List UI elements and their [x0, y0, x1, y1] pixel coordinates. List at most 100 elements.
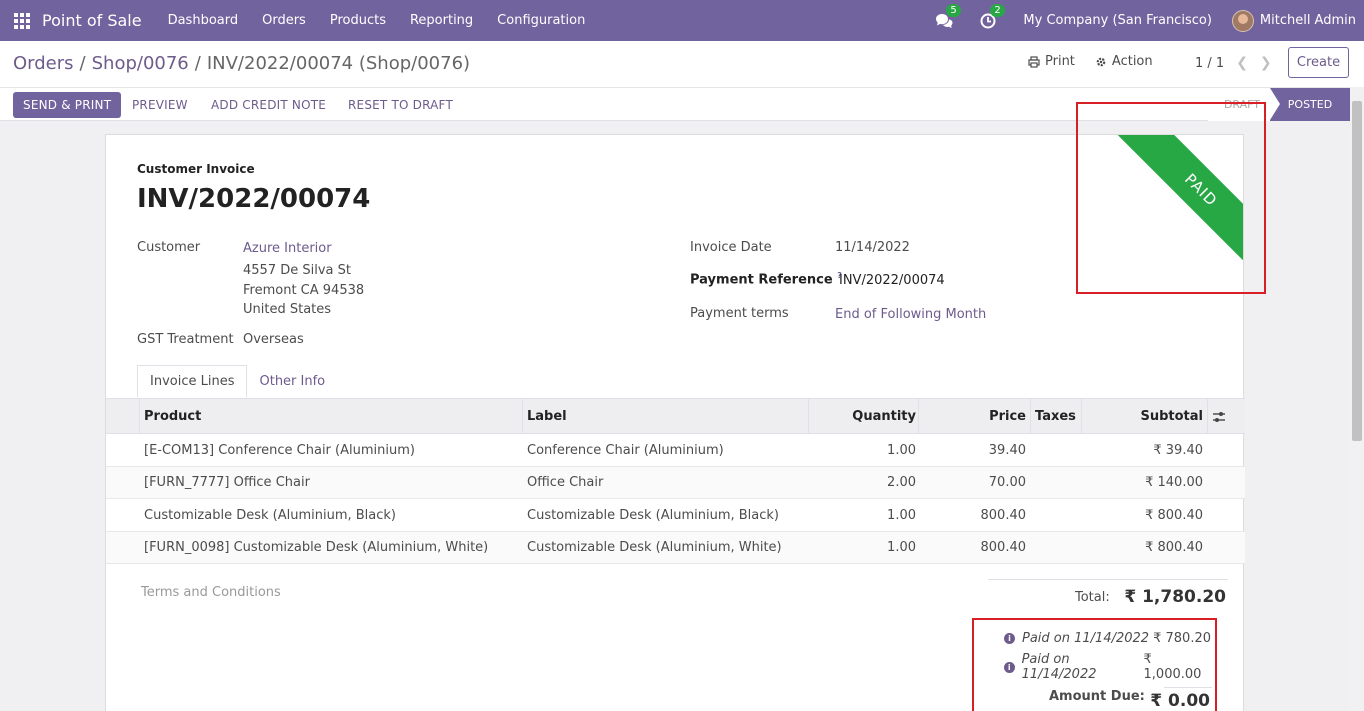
- cell-subtotal: ₹ 39.40: [1153, 442, 1203, 458]
- payment-terms-label: Payment terms: [690, 306, 789, 321]
- terms-and-conditions-field[interactable]: Terms and Conditions: [141, 585, 281, 600]
- invoice-date-label: Invoice Date: [690, 240, 772, 255]
- table-row[interactable]: [E-COM13] Conference Chair (Aluminium) C…: [106, 434, 1245, 467]
- cell-subtotal: ₹ 140.00: [1145, 475, 1203, 490]
- table-row[interactable]: [FURN_7777] Office Chair Office Chair 2.…: [106, 466, 1245, 499]
- payment-amount: ₹ 780.20: [1153, 631, 1211, 646]
- create-button[interactable]: Create: [1288, 47, 1349, 78]
- cell-quantity: 1.00: [887, 540, 916, 555]
- amount-due-value: ₹ 0.00: [1150, 691, 1210, 711]
- reset-to-draft-button[interactable]: RESET TO DRAFT: [348, 92, 453, 118]
- invoice-lines-table: Product Label Quantity Price Taxes Subto…: [106, 398, 1245, 564]
- top-navbar: Point of Sale Dashboard Orders Products …: [0, 0, 1364, 41]
- invoice-sheet: PAID Customer Invoice INV/2022/00074 Cus…: [105, 134, 1245, 711]
- info-icon[interactable]: i: [1004, 633, 1015, 644]
- scrollbar[interactable]: [1350, 87, 1364, 711]
- payment-terms-link[interactable]: End of Following Month: [835, 307, 986, 322]
- cell-price: 800.40: [980, 507, 1027, 523]
- column-price[interactable]: Price: [918, 399, 1026, 434]
- amount-due-label: Amount Due:: [1049, 689, 1145, 704]
- cell-label: Office Chair: [527, 475, 604, 490]
- company-switcher[interactable]: My Company (San Francisco): [1023, 13, 1211, 28]
- menu-products[interactable]: Products: [318, 13, 398, 28]
- send-print-button[interactable]: SEND & PRINT: [13, 92, 122, 118]
- pager-next-icon[interactable]: ❯: [1260, 55, 1272, 71]
- activities-button[interactable]: 2: [979, 3, 1005, 30]
- gear-icon: [1096, 57, 1106, 66]
- sliders-icon: [1213, 411, 1225, 422]
- cell-subtotal: ₹ 800.40: [1145, 507, 1203, 523]
- app-name[interactable]: Point of Sale: [42, 11, 142, 30]
- cell-product: [E-COM13] Conference Chair (Aluminium): [144, 442, 415, 458]
- payment-reference-value: INV/2022/00074: [839, 273, 945, 288]
- cell-price: 70.00: [988, 475, 1026, 490]
- total-label: Total:: [1075, 590, 1110, 605]
- cell-product: Customizable Desk (Aluminium, Black): [144, 507, 396, 523]
- table-row[interactable]: Customizable Desk (Aluminium, Black) Cus…: [106, 499, 1245, 532]
- table-row[interactable]: [FURN_0098] Customizable Desk (Aluminium…: [106, 531, 1245, 564]
- apps-menu-icon[interactable]: [14, 12, 30, 29]
- action-button[interactable]: Action: [1095, 54, 1153, 69]
- total-divider: [988, 579, 1228, 580]
- cell-quantity: 1.00: [887, 507, 916, 523]
- address-line-3: United States: [243, 302, 332, 317]
- invoice-number: INV/2022/00074: [137, 184, 371, 214]
- column-quantity[interactable]: Quantity: [808, 399, 916, 434]
- address-line-2: Fremont CA 94538: [243, 283, 365, 298]
- tab-invoice-lines[interactable]: Invoice Lines: [137, 365, 248, 398]
- menu-orders[interactable]: Orders: [250, 13, 318, 28]
- paid-ribbon: PAID: [1101, 135, 1243, 277]
- notebook-tabs: Invoice Lines Other Info: [137, 365, 337, 398]
- payment-text: Paid on 11/14/2022: [1022, 631, 1150, 646]
- payment-reference-label-text: Payment Reference: [690, 272, 833, 288]
- breadcrumb-separator: /: [194, 53, 201, 74]
- breadcrumb-order[interactable]: Shop/0076: [92, 53, 189, 74]
- breadcrumb-orders[interactable]: Orders: [13, 53, 74, 74]
- optional-columns-toggle[interactable]: [1212, 399, 1226, 434]
- preview-button[interactable]: PREVIEW: [132, 92, 188, 118]
- breadcrumb-separator: /: [79, 53, 86, 74]
- info-icon[interactable]: i: [1004, 661, 1015, 673]
- column-label[interactable]: Label: [527, 399, 567, 434]
- control-panel: Orders / Shop/0076 / INV/2022/00074 (Sho…: [0, 41, 1364, 121]
- user-avatar[interactable]: [1231, 9, 1254, 32]
- invoice-date-value: 11/14/2022: [835, 240, 910, 255]
- scrollbar-thumb[interactable]: [1352, 101, 1362, 441]
- gst-treatment-value: Overseas: [243, 332, 304, 347]
- cell-product: [FURN_7777] Office Chair: [144, 475, 310, 490]
- cell-price: 39.40: [988, 442, 1026, 458]
- column-taxes[interactable]: Taxes: [1035, 399, 1076, 434]
- payment-line: i Paid on 11/14/2022 ₹ 780.20: [1004, 631, 1211, 646]
- amount-due-divider: [1164, 687, 1212, 688]
- pager-previous-icon[interactable]: ❮: [1236, 55, 1248, 71]
- column-product[interactable]: Product: [144, 399, 201, 434]
- cell-product: [FURN_0098] Customizable Desk (Aluminium…: [144, 540, 489, 555]
- table-header: Product Label Quantity Price Taxes Subto…: [106, 399, 1245, 434]
- print-button[interactable]: Print: [1028, 54, 1075, 69]
- customer-link[interactable]: Azure Interior: [243, 241, 332, 256]
- breadcrumb-current: INV/2022/00074 (Shop/0076): [206, 53, 471, 74]
- messages-badge: 5: [946, 3, 961, 17]
- user-menu[interactable]: Mitchell Admin: [1260, 13, 1356, 28]
- breadcrumb: Orders / Shop/0076 / INV/2022/00074 (Sho…: [13, 53, 470, 74]
- add-credit-note-button[interactable]: ADD CREDIT NOTE: [211, 92, 326, 118]
- cell-quantity: 2.00: [887, 475, 916, 490]
- messages-button[interactable]: 5: [935, 3, 961, 30]
- customer-label: Customer: [137, 240, 201, 255]
- print-icon: [1028, 55, 1040, 68]
- menu-configuration[interactable]: Configuration: [485, 13, 597, 28]
- payment-line: i Paid on 11/14/2022 ₹ 1,000.00: [1004, 652, 1211, 682]
- total-value: ₹ 1,780.20: [1124, 587, 1226, 607]
- cell-label: Conference Chair (Aluminium): [527, 442, 724, 458]
- menu-dashboard[interactable]: Dashboard: [156, 13, 251, 28]
- column-subtotal[interactable]: Subtotal: [1081, 399, 1203, 434]
- pager: 1 / 1 ❮ ❯: [1195, 55, 1272, 71]
- status-posted: POSTED: [1270, 88, 1350, 121]
- gst-treatment-label: GST Treatment: [137, 332, 234, 347]
- address-line-1: 4557 De Silva St: [243, 263, 351, 278]
- tab-other-info[interactable]: Other Info: [247, 365, 337, 398]
- pager-value[interactable]: 1 / 1: [1195, 56, 1224, 71]
- document-type: Customer Invoice: [137, 162, 255, 176]
- menu-reporting[interactable]: Reporting: [398, 13, 485, 28]
- activities-badge: 2: [990, 3, 1005, 17]
